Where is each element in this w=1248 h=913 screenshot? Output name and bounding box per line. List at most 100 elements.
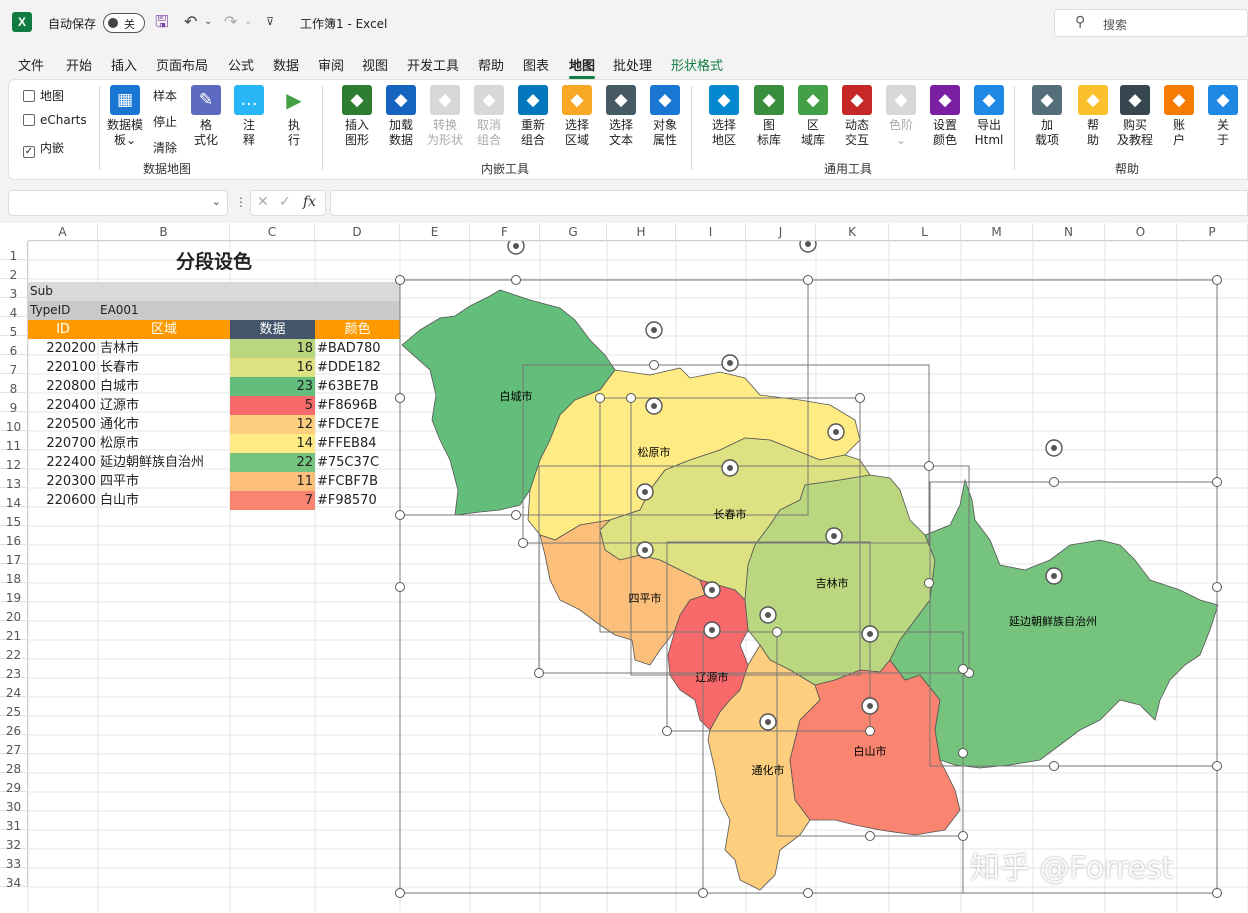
column-header[interactable]: B: [98, 223, 230, 241]
run-button[interactable]: ▶ 执 行: [279, 85, 309, 148]
help-button-3[interactable]: ◆ 账 户: [1159, 85, 1199, 148]
general-button-0[interactable]: ◆ 选择 地区: [704, 85, 744, 148]
note-button[interactable]: … 注 释: [234, 85, 264, 148]
row-header[interactable]: 25: [0, 697, 28, 719]
row-header[interactable]: 5: [0, 317, 28, 339]
column-header[interactable]: I: [676, 223, 746, 241]
checkbox-map[interactable]: 地图: [23, 87, 64, 104]
row-header[interactable]: 1: [0, 241, 28, 263]
tab-10[interactable]: 图表: [523, 55, 549, 74]
column-header[interactable]: O: [1105, 223, 1177, 241]
row-header[interactable]: 11: [0, 431, 28, 453]
embed-button-0[interactable]: ◆ 插入 图形: [337, 85, 377, 148]
row-header[interactable]: 13: [0, 469, 28, 491]
general-button-6[interactable]: ◆ 导出 Html: [969, 85, 1009, 148]
column-header[interactable]: L: [889, 223, 961, 241]
search-box[interactable]: ⚲ 搜索: [1054, 9, 1248, 37]
formula-input[interactable]: [330, 190, 1248, 216]
row-header[interactable]: 27: [0, 735, 28, 757]
clear-button[interactable]: 清除: [153, 139, 177, 156]
redo-dropdown-icon[interactable]: ⌄: [244, 12, 252, 32]
row-header[interactable]: 26: [0, 716, 28, 738]
tab-0[interactable]: 文件: [18, 55, 44, 74]
template-button[interactable]: ▦ 数据模 板⌄: [105, 85, 145, 148]
save-icon[interactable]: 🖫: [155, 12, 169, 32]
row-header[interactable]: 6: [0, 336, 28, 358]
format-button[interactable]: ✎ 格 式化: [191, 85, 221, 148]
row-header[interactable]: 15: [0, 507, 28, 529]
embed-button-7[interactable]: ◆ 对象 属性: [645, 85, 685, 148]
stop-button[interactable]: 停止: [153, 113, 177, 130]
row-header[interactable]: 3: [0, 279, 28, 301]
row-header[interactable]: 22: [0, 640, 28, 662]
help-button-4[interactable]: ◆ 关 于: [1203, 85, 1243, 148]
insert-function-icon[interactable]: fx: [303, 194, 316, 210]
help-button-1[interactable]: ◆ 帮 助: [1073, 85, 1113, 148]
row-header[interactable]: 33: [0, 849, 28, 871]
redo-icon[interactable]: ↷: [224, 12, 237, 32]
undo-dropdown-icon[interactable]: ⌄: [204, 12, 212, 32]
tab-11[interactable]: 地图: [569, 55, 596, 79]
column-header[interactable]: P: [1177, 223, 1248, 241]
row-header[interactable]: 16: [0, 526, 28, 548]
undo-icon[interactable]: ↶: [184, 12, 197, 32]
tab-4[interactable]: 公式: [228, 55, 254, 74]
column-header[interactable]: A: [28, 223, 98, 241]
cancel-icon[interactable]: ✕: [257, 194, 269, 210]
row-header[interactable]: 14: [0, 488, 28, 510]
tab-8[interactable]: 开发工具: [407, 55, 459, 74]
chevron-down-icon[interactable]: ⌄: [212, 195, 221, 208]
general-button-4[interactable]: ◆ 色阶 ⌄: [881, 85, 921, 148]
column-header[interactable]: H: [607, 223, 676, 241]
help-button-0[interactable]: ◆ 加 载项: [1027, 85, 1067, 148]
row-header[interactable]: 34: [0, 868, 28, 890]
tab-12[interactable]: 批处理: [613, 55, 652, 74]
column-header[interactable]: D: [315, 223, 400, 241]
row-header[interactable]: 17: [0, 545, 28, 567]
help-button-2[interactable]: ◆ 购买 及教程: [1115, 85, 1155, 148]
embed-button-1[interactable]: ◆ 加载 数据: [381, 85, 421, 148]
row-header[interactable]: 24: [0, 678, 28, 700]
row-header[interactable]: 32: [0, 830, 28, 852]
general-button-2[interactable]: ◆ 区 域库: [793, 85, 833, 148]
tab-6[interactable]: 审阅: [318, 55, 344, 74]
customize-qat-icon[interactable]: ⊽: [266, 12, 274, 32]
checkbox-echarts[interactable]: eCharts: [23, 113, 87, 127]
row-header[interactable]: 21: [0, 621, 28, 643]
row-header[interactable]: 30: [0, 792, 28, 814]
embed-button-6[interactable]: ◆ 选择 文本: [601, 85, 641, 148]
checkbox-embed[interactable]: ✓ 内嵌: [23, 139, 64, 158]
tab-2[interactable]: 插入: [111, 55, 137, 74]
column-header[interactable]: E: [400, 223, 470, 241]
row-header[interactable]: 2: [0, 260, 28, 282]
tab-9[interactable]: 帮助: [478, 55, 504, 74]
row-header[interactable]: 10: [0, 412, 28, 434]
embed-button-4[interactable]: ◆ 重新 组合: [513, 85, 553, 148]
column-header[interactable]: N: [1033, 223, 1105, 241]
column-header[interactable]: F: [470, 223, 540, 241]
row-header[interactable]: 12: [0, 450, 28, 472]
general-button-1[interactable]: ◆ 图 标库: [749, 85, 789, 148]
tab-13[interactable]: 形状格式: [671, 55, 723, 74]
column-header[interactable]: J: [746, 223, 816, 241]
row-header[interactable]: 23: [0, 659, 28, 681]
autosave-toggle[interactable]: 关: [103, 13, 145, 33]
tab-3[interactable]: 页面布局: [156, 55, 208, 74]
sample-button[interactable]: 样本: [153, 87, 177, 104]
row-header[interactable]: 19: [0, 583, 28, 605]
more-icon[interactable]: ⋮: [235, 195, 247, 209]
tab-1[interactable]: 开始: [66, 55, 92, 74]
row-header[interactable]: 9: [0, 393, 28, 415]
name-box[interactable]: ⌄: [8, 190, 228, 216]
row-header[interactable]: 8: [0, 374, 28, 396]
row-header[interactable]: 31: [0, 811, 28, 833]
tab-7[interactable]: 视图: [362, 55, 388, 74]
embed-button-2[interactable]: ◆ 转换 为形状: [425, 85, 465, 148]
row-header[interactable]: 29: [0, 773, 28, 795]
row-header[interactable]: 7: [0, 355, 28, 377]
row-header[interactable]: 4: [0, 298, 28, 320]
enter-icon[interactable]: ✓: [279, 194, 291, 210]
jilin-map[interactable]: 白城市 松原市 长春市 吉林市 四平市 辽源市 延边朝鲜族自治州 白山市 通化市: [0, 223, 1248, 913]
column-header[interactable]: G: [540, 223, 607, 241]
row-header[interactable]: 18: [0, 564, 28, 586]
